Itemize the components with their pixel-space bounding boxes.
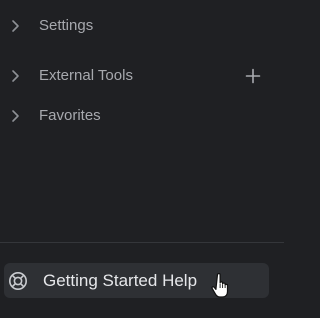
sidebar-item-label: Favorites [39, 107, 101, 124]
sidebar-item-favorites[interactable]: Favorites [0, 96, 284, 136]
sidebar-item-label: Settings [39, 17, 94, 34]
sidebar-item-label: External Tools [39, 67, 133, 84]
divider [0, 242, 284, 243]
sidebar-panel: Settings External Tools Favorites Gettin… [0, 0, 284, 318]
plus-icon[interactable] [245, 68, 261, 84]
help-button-label: Getting Started Help [43, 271, 198, 290]
chevron-right-icon[interactable] [10, 109, 22, 123]
lifebuoy-icon [9, 272, 27, 290]
sidebar-tree: Settings External Tools Favorites [0, 6, 284, 136]
sidebar-item-external-tools[interactable]: External Tools [0, 56, 284, 96]
chevron-right-icon[interactable] [10, 19, 22, 33]
chevron-right-icon[interactable] [10, 69, 22, 83]
sidebar-item-settings[interactable]: Settings [0, 6, 284, 46]
getting-started-help-button[interactable]: Getting Started Help [4, 263, 269, 298]
